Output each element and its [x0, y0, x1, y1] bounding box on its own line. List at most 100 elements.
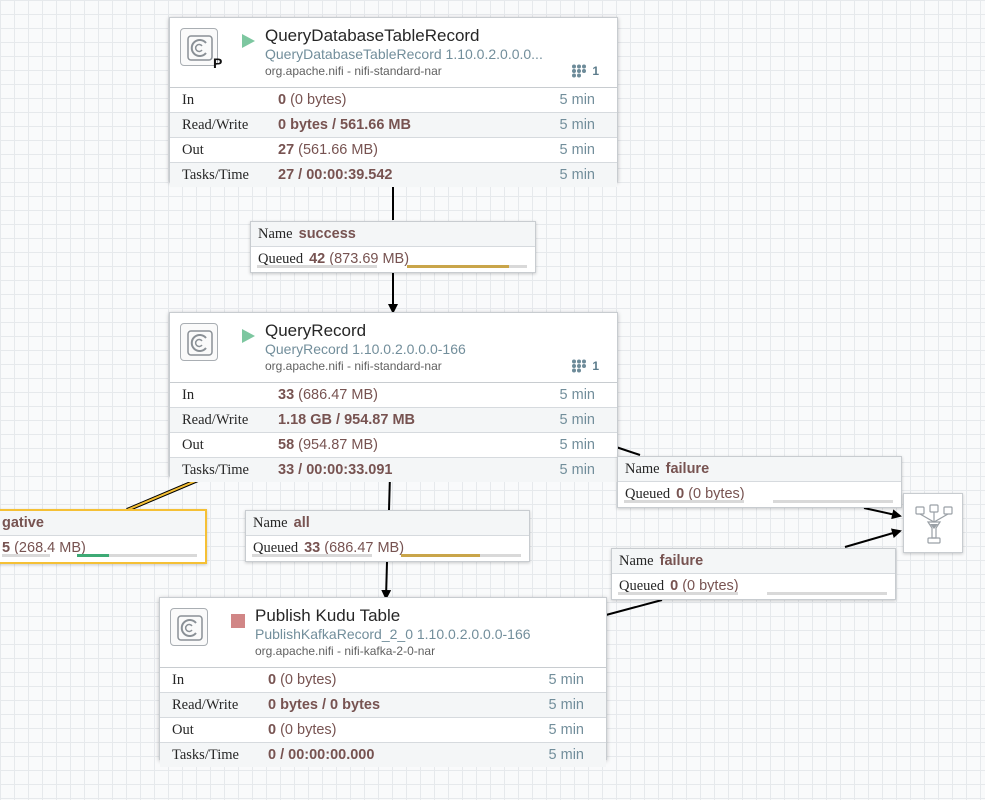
stat-value: 0 bytes / 561.66 MB [278, 117, 411, 133]
processor-name: Publish Kudu Table [255, 606, 401, 625]
connection-queued-row: Queued 0 (0 bytes) [618, 482, 901, 506]
stat-label: Tasks/Time [182, 462, 249, 478]
stat-row-tasks-time: Tasks/Time 0 / 00:00:00.000 5 min [160, 743, 606, 767]
queue-size-bar [773, 500, 893, 503]
stop-icon [231, 614, 245, 628]
stat-value: 0 (0 bytes) [268, 722, 337, 738]
stat-window: 5 min [559, 437, 595, 453]
connection-failure-query-record[interactable]: Name failure Queued 0 (0 bytes) [617, 456, 902, 508]
stat-window: 5 min [548, 722, 584, 738]
connection-queued-row: Queued 42 (873.69 MB) [251, 247, 535, 271]
link-failure-1 [615, 446, 641, 456]
stat-value: 0 bytes / 0 bytes [268, 697, 381, 713]
connection-name-row: Name all [246, 511, 529, 536]
funnel-icon [915, 504, 953, 544]
stat-value: 27 / 00:00:39.542 [278, 167, 393, 183]
active-threads: 1 [571, 64, 599, 78]
stat-row-in: In 33 (686.47 MB) 5 min [170, 383, 617, 408]
stat-row-out: Out 58 (954.87 MB) 5 min [170, 433, 617, 458]
queue-count-bar [624, 500, 744, 503]
connection-name-row: gative [0, 511, 205, 536]
stat-window: 5 min [559, 412, 595, 428]
stat-label: Read/Write [172, 697, 239, 713]
stat-row-out: Out 0 (0 bytes) 5 min [160, 718, 606, 743]
stat-value: 27 (561.66 MB) [278, 142, 378, 158]
stat-label: Tasks/Time [182, 167, 249, 183]
processor-name: QueryRecord [265, 321, 367, 340]
stat-row-in: In 0 (0 bytes) 5 min [160, 668, 606, 693]
stat-window: 5 min [559, 462, 595, 478]
connection-name-label: Name [258, 226, 293, 242]
stat-value: 33 (686.47 MB) [278, 387, 378, 403]
processor-bundle: org.apache.nifi - nifi-kafka-2-0-nar [255, 644, 436, 658]
stat-row-read-write: Read/Write 0 bytes / 561.66 MB 5 min [170, 113, 617, 138]
queue-count-bar [252, 554, 372, 557]
stat-value: 0 (0 bytes) [268, 672, 337, 688]
active-threads: 1 [571, 359, 599, 373]
processor-stats: In 0 (0 bytes) 5 min Read/Write 0 bytes / 0 … [160, 667, 606, 767]
stat-window: 5 min [548, 697, 584, 713]
processor-stats: In 0 (0 bytes) 5 min Read/Write 0 bytes / 56… [170, 87, 617, 187]
processor-bundle: org.apache.nifi - nifi-standard-nar [265, 64, 442, 78]
processor-query-database-table-record[interactable]: P QueryDatabaseTableRecord QueryDatabase… [169, 17, 618, 187]
processor-icon [180, 323, 218, 361]
processor-stats: In 33 (686.47 MB) 5 min Read/Write 1.18 GB /… [170, 382, 617, 482]
connection-negative-selected[interactable]: gative 5 (268.4 MB) [0, 509, 207, 564]
connection-name-label: Name [625, 461, 660, 477]
queue-fill-bar [77, 554, 197, 557]
stat-label: Tasks/Time [172, 747, 239, 763]
connection-success[interactable]: Name success Queued 42 (873.69 MB) [250, 221, 536, 273]
connection-all[interactable]: Name all Queued 33 (686.47 MB) [245, 510, 530, 562]
queue-count-bar [618, 592, 738, 595]
stat-window: 5 min [559, 92, 595, 108]
stat-row-tasks-time: Tasks/Time 27 / 00:00:39.542 5 min [170, 163, 617, 187]
connection-name: gative [2, 515, 44, 531]
link-all-arrow [381, 561, 392, 600]
connection-queued-row: Queued 33 (686.47 MB) [246, 536, 529, 560]
connection-queued-row: 5 (268.4 MB) [0, 536, 205, 560]
connection-queued-row: Queued 0 (0 bytes) [612, 574, 895, 598]
link-failure-2 [605, 599, 663, 616]
connection-name: failure [665, 461, 710, 477]
processor-bundle: org.apache.nifi - nifi-standard-nar [265, 359, 442, 373]
stat-label: Read/Write [182, 412, 249, 428]
stat-window: 5 min [559, 117, 595, 133]
connection-failure-publish[interactable]: Name failure Queued 0 (0 bytes) [611, 548, 896, 600]
link-failure-2-arrow [844, 528, 902, 548]
stat-label: Out [182, 142, 204, 158]
threads-icon [572, 64, 587, 78]
stat-label: In [182, 387, 195, 403]
funnel[interactable] [903, 493, 963, 553]
processor-type: PublishKafkaRecord_2_0 1.10.0.2.0.0.0-16… [255, 626, 531, 642]
processor-name: QueryDatabaseTableRecord [265, 26, 480, 45]
processor-query-record[interactable]: QueryRecord QueryRecord 1.10.0.2.0.0.0-1… [169, 312, 618, 482]
queue-size-bar [401, 554, 521, 557]
connection-name: all [293, 515, 310, 531]
stat-row-tasks-time: Tasks/Time 33 / 00:00:33.091 5 min [170, 458, 617, 482]
stat-window: 5 min [559, 142, 595, 158]
processor-icon: P [180, 28, 222, 71]
stat-row-read-write: Read/Write 1.18 GB / 954.87 MB 5 min [170, 408, 617, 433]
stat-window: 5 min [559, 167, 595, 183]
stat-label: Out [172, 722, 194, 738]
stat-row-out: Out 27 (561.66 MB) 5 min [170, 138, 617, 163]
stat-value: 0 (0 bytes) [278, 92, 347, 108]
connection-name-row: Name failure [612, 549, 895, 574]
connection-name: failure [659, 553, 704, 569]
processor-type: QueryDatabaseTableRecord 1.10.0.2.0.0.0.… [265, 46, 543, 62]
stat-value: 33 / 00:00:33.091 [278, 462, 393, 478]
queue-size-bar [767, 592, 887, 595]
primary-node-badge: P [213, 55, 223, 71]
processor-publish-kudu-table[interactable]: Publish Kudu Table PublishKafkaRecord_2_… [159, 597, 607, 767]
connection-name-label: Name [619, 553, 654, 569]
stat-label: In [182, 92, 195, 108]
play-icon [242, 34, 255, 48]
stat-window: 5 min [559, 387, 595, 403]
stat-window: 5 min [548, 672, 584, 688]
queue-size-bar [407, 265, 527, 268]
play-icon [242, 329, 255, 343]
flow-canvas[interactable]: P QueryDatabaseTableRecord QueryDatabase… [0, 0, 985, 800]
stat-label: Out [182, 437, 204, 453]
connection-name-row: Name success [251, 222, 535, 247]
threads-icon [572, 359, 587, 373]
